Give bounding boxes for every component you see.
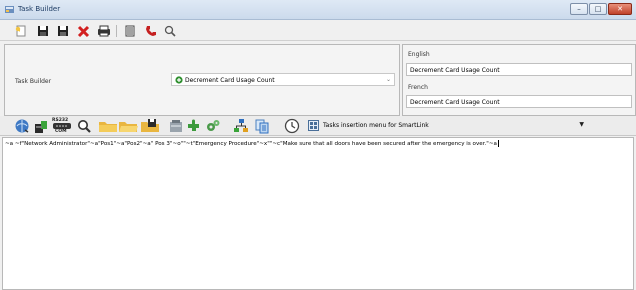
chevron-down-icon[interactable]: ⌄ xyxy=(386,76,391,83)
search-icon[interactable] xyxy=(163,24,177,38)
window-title: Task Builder xyxy=(18,5,61,13)
task-green-icon xyxy=(175,76,183,84)
toolbox-icon[interactable] xyxy=(168,118,184,134)
clock-icon[interactable] xyxy=(284,118,300,134)
maximize-button[interactable]: □ xyxy=(589,3,607,15)
tasks-insertion-menu-label: Tasks insertion menu for SmartLink xyxy=(323,122,429,129)
print-icon[interactable] xyxy=(97,24,111,38)
list-icon[interactable] xyxy=(123,24,137,38)
minimize-icon: – xyxy=(577,5,581,13)
translation-panel: English Decrement Card Usage Count Frenc… xyxy=(402,44,636,116)
task-selection-panel: Task Builder Decrement Card Usage Count … xyxy=(4,44,400,116)
task-script-editor[interactable]: ~a ~f"Network Administrator"~a"Pos1"~a"P… xyxy=(2,137,634,290)
dropdown-arrow-icon[interactable]: ▼ xyxy=(579,121,584,128)
title-bar: Task Builder – □ ✕ xyxy=(0,0,636,20)
rs232-com-icon[interactable]: RS232 COM xyxy=(52,118,72,134)
french-label: French xyxy=(408,84,428,91)
gears-icon[interactable] xyxy=(205,118,221,134)
delete-icon[interactable] xyxy=(77,24,91,38)
save-as-icon[interactable] xyxy=(56,24,70,38)
editor-text: ~a ~f"Network Administrator"~a"Pos1"~a"P… xyxy=(5,141,497,147)
task-combo[interactable]: Decrement Card Usage Count ⌄ xyxy=(171,73,395,86)
english-label: English xyxy=(408,51,430,58)
minimize-button[interactable]: – xyxy=(570,3,588,15)
magnifier-icon[interactable] xyxy=(76,118,92,134)
tasks-insertion-menu[interactable]: Tasks insertion menu for SmartLink ▼ xyxy=(306,120,598,132)
puzzle-icon[interactable] xyxy=(186,118,202,134)
close-icon: ✕ xyxy=(617,5,623,13)
french-field[interactable]: Decrement Card Usage Count xyxy=(406,95,632,108)
toolbar-separator xyxy=(116,25,117,37)
app-icon xyxy=(5,6,14,13)
documents-icon[interactable] xyxy=(254,118,270,134)
task-form: Task Builder Decrement Card Usage Count … xyxy=(4,44,636,116)
folder-open-icon[interactable] xyxy=(118,118,138,134)
new-icon[interactable] xyxy=(14,24,28,38)
save-icon[interactable] xyxy=(36,24,50,38)
phone-icon[interactable] xyxy=(144,24,158,38)
french-field-value: Decrement Card Usage Count xyxy=(410,99,500,106)
task-combo-value: Decrement Card Usage Count xyxy=(185,77,275,84)
maximize-icon: □ xyxy=(594,5,602,13)
main-toolbar xyxy=(0,21,636,41)
task-builder-label: Task Builder xyxy=(15,78,52,85)
hierarchy-icon[interactable] xyxy=(233,118,249,134)
editor-content: ~a ~f"Network Administrator"~a"Pos1"~a"P… xyxy=(5,140,499,147)
folder-icon[interactable] xyxy=(98,118,118,134)
close-button[interactable]: ✕ xyxy=(608,3,632,15)
com-label: COM xyxy=(55,129,67,134)
device-green-icon[interactable] xyxy=(33,118,49,134)
folder-save-icon[interactable] xyxy=(140,118,160,134)
menu-grid-icon xyxy=(308,120,319,131)
english-field[interactable]: Decrement Card Usage Count xyxy=(406,63,632,76)
refresh-globe-icon[interactable] xyxy=(14,118,30,134)
english-field-value: Decrement Card Usage Count xyxy=(410,67,500,74)
insertion-toolbar: RS232 COM Tasks insertion menu for Smart… xyxy=(0,116,636,136)
text-caret xyxy=(497,140,499,147)
